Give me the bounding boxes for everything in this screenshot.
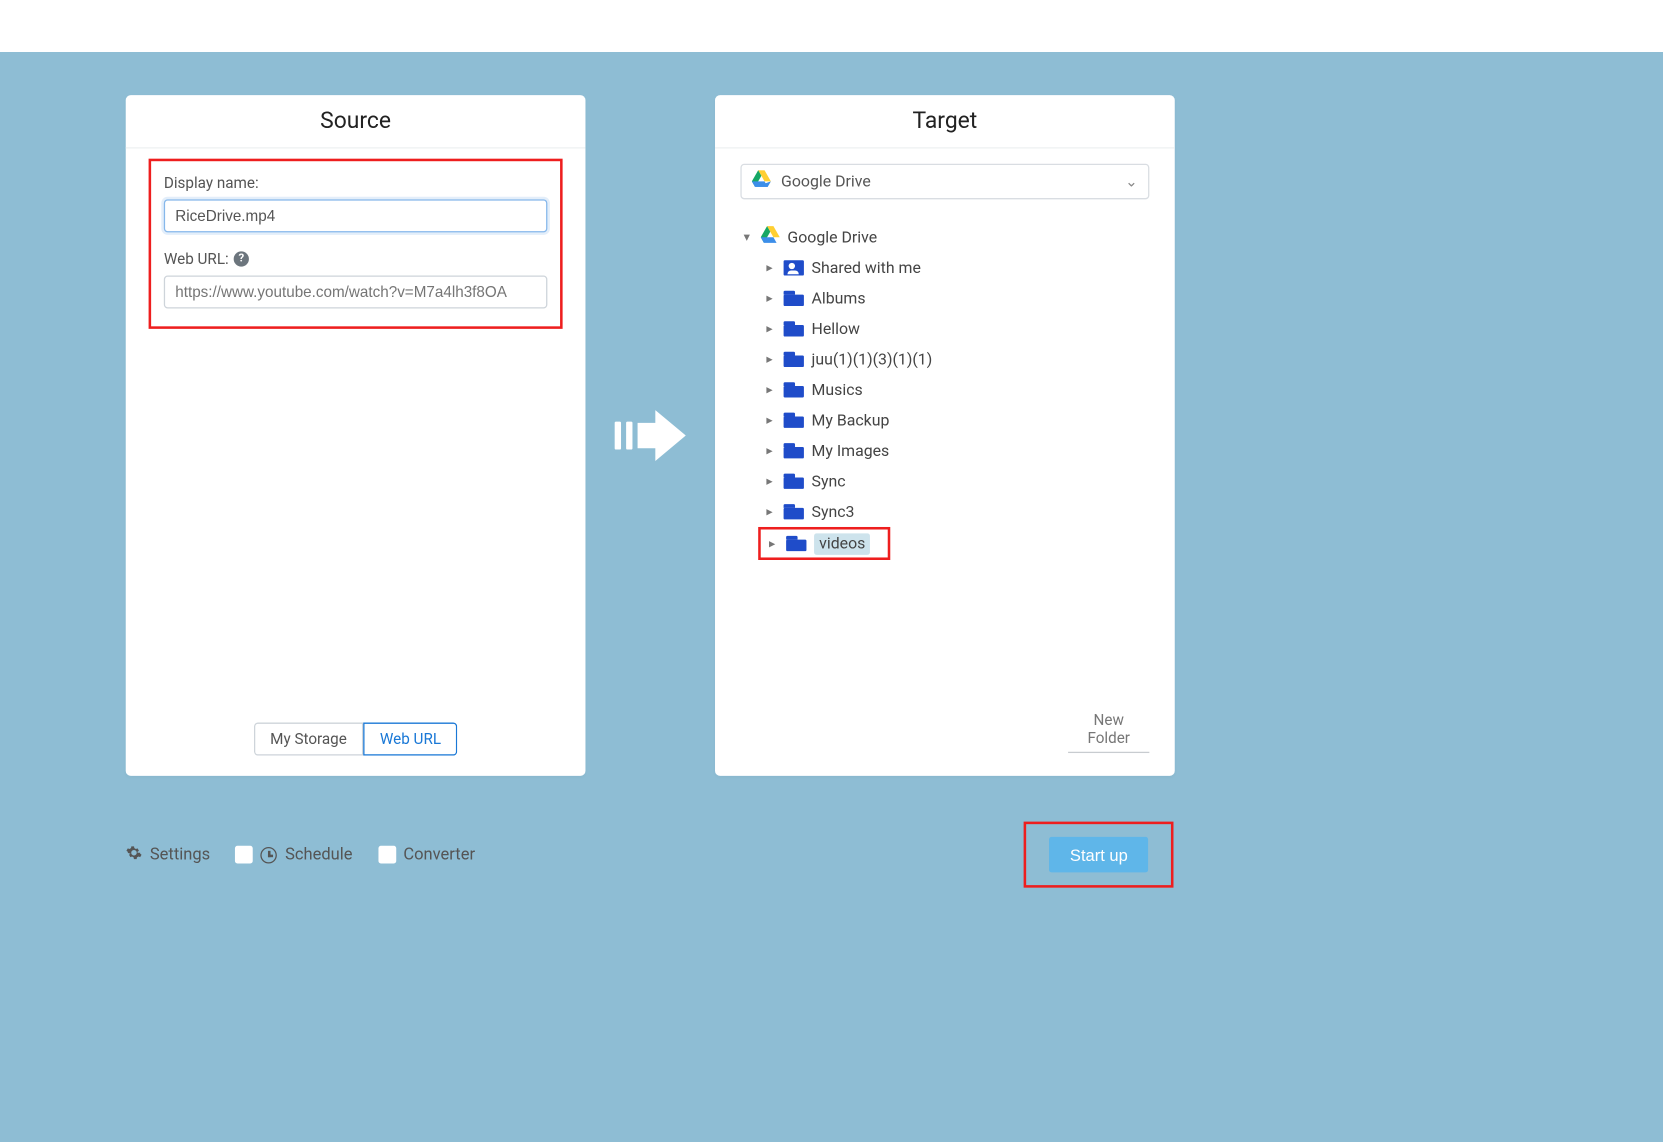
expand-icon[interactable]: ▸	[763, 505, 776, 519]
start-highlight-box: Start up	[1024, 822, 1173, 888]
display-name-label: Display name:	[164, 174, 548, 192]
tree-item[interactable]: ▸ Sync3	[763, 497, 1149, 527]
schedule-label: Schedule	[285, 845, 352, 864]
start-button[interactable]: Start up	[1050, 837, 1148, 873]
chevron-down-icon: ⌄	[1125, 173, 1138, 191]
tree-root-label: Google Drive	[787, 228, 877, 247]
expand-icon[interactable]: ▸	[763, 474, 776, 488]
tab-my-storage[interactable]: My Storage	[254, 723, 364, 756]
app-background: Source Display name: Web URL: ?	[0, 52, 1663, 1142]
clock-icon	[261, 846, 278, 863]
tree-item-label: Musics	[812, 380, 863, 399]
schedule-checkbox[interactable]	[236, 846, 254, 864]
folder-icon	[784, 321, 804, 336]
tree-root[interactable]: ▾ Google Drive	[740, 222, 1149, 252]
drive-select-label: Google Drive	[781, 172, 871, 191]
gear-icon	[126, 844, 143, 866]
source-tab-group: My Storage Web URL	[254, 723, 458, 756]
expand-icon[interactable]: ▸	[763, 383, 776, 397]
folder-icon	[786, 536, 806, 551]
source-panel: Source Display name: Web URL: ?	[126, 95, 586, 776]
target-title: Target	[715, 95, 1175, 148]
top-whitespace	[0, 0, 1663, 52]
drive-select[interactable]: Google Drive ⌄	[740, 164, 1149, 200]
settings-button[interactable]: Settings	[126, 844, 210, 866]
arrow-right-icon	[638, 410, 686, 461]
display-name-input[interactable]	[164, 199, 548, 232]
tree-item[interactable]: ▸ Sync	[763, 466, 1149, 496]
target-panel: Target Google	[715, 95, 1175, 776]
tree-item[interactable]: ▸ Hellow	[763, 314, 1149, 344]
new-folder-button[interactable]: New Folder	[1068, 706, 1149, 753]
tree-item[interactable]: ▸ My Images	[763, 436, 1149, 466]
tree-item-label: Albums	[812, 289, 866, 308]
tree-item[interactable]: ▸ Albums	[763, 283, 1149, 313]
bottom-bar: Settings Schedule Converter Start up	[126, 822, 1174, 888]
tree-item-label: Hellow	[812, 319, 860, 338]
expand-icon[interactable]: ▸	[763, 291, 776, 305]
tree-item-label: My Images	[812, 441, 890, 460]
tree-item-label: Sync	[812, 472, 846, 491]
converter-label: Converter	[403, 845, 475, 864]
tree-item[interactable]: ▸ juu(1)(1)(3)(1)(1)	[763, 344, 1149, 374]
expand-icon[interactable]: ▸	[766, 537, 779, 551]
shared-folder-icon	[784, 260, 804, 275]
tab-web-url[interactable]: Web URL	[363, 723, 457, 756]
tree-item[interactable]: ▸ My Backup	[763, 405, 1149, 435]
google-drive-icon	[752, 170, 771, 193]
folder-icon	[784, 352, 804, 367]
converter-toggle[interactable]: Converter	[378, 845, 475, 864]
folder-icon	[784, 443, 804, 458]
web-url-label: Web URL: ?	[164, 250, 548, 268]
tree-item[interactable]: ▸ Musics	[763, 375, 1149, 405]
expand-icon[interactable]: ▸	[763, 261, 776, 275]
tree-item-label: My Backup	[812, 411, 890, 430]
expand-icon[interactable]: ▸	[763, 322, 776, 336]
folder-icon	[784, 504, 804, 519]
collapse-icon[interactable]: ▾	[740, 230, 753, 244]
converter-checkbox[interactable]	[378, 846, 396, 864]
source-highlight-box: Display name: Web URL: ?	[149, 159, 563, 329]
expand-icon[interactable]: ▸	[763, 444, 776, 458]
settings-label: Settings	[150, 845, 210, 864]
selected-folder-highlight: ▸ videos	[758, 527, 891, 560]
folder-icon	[784, 474, 804, 489]
google-drive-icon	[761, 226, 780, 249]
schedule-toggle[interactable]: Schedule	[236, 845, 353, 864]
help-icon[interactable]: ?	[234, 251, 249, 266]
tree-item-label: Shared with me	[812, 258, 921, 277]
tree-item-label: juu(1)(1)(3)(1)(1)	[812, 350, 933, 369]
transfer-arrow	[585, 95, 715, 776]
selected-folder-label[interactable]: videos	[814, 533, 870, 555]
source-title: Source	[126, 95, 586, 148]
tree-item-label: Sync3	[812, 502, 855, 521]
folder-icon	[784, 382, 804, 397]
tree-item[interactable]: ▸ Shared with me	[763, 253, 1149, 283]
expand-icon[interactable]: ▸	[763, 352, 776, 366]
folder-icon	[784, 291, 804, 306]
web-url-input[interactable]	[164, 276, 548, 309]
folder-tree: ▾ Google Drive ▸Shared with me▸Albums▸He	[740, 222, 1149, 560]
folder-icon	[784, 413, 804, 428]
expand-icon[interactable]: ▸	[763, 413, 776, 427]
